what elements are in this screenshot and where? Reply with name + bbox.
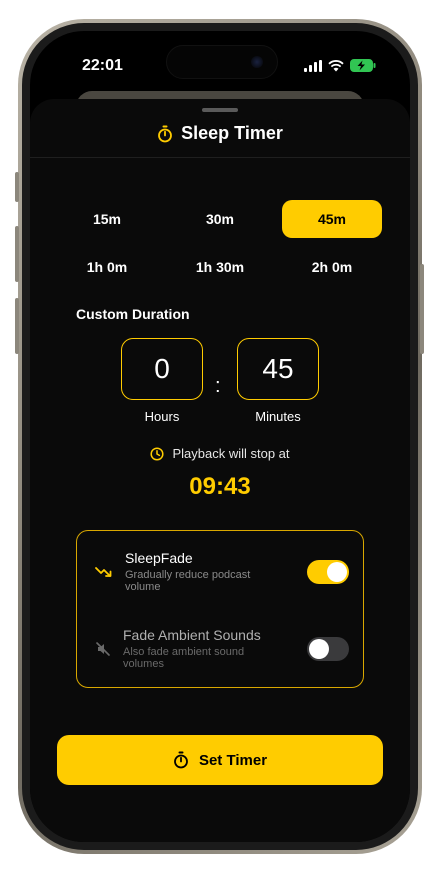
screen: 22:01 Sleep Timer 15m 30m 45m 1h 0m 1h 3… [30,31,410,842]
sleepfade-toggle[interactable] [307,560,349,584]
stop-info-text: Playback will stop at [172,446,290,461]
ambient-fade-subtitle: Also fade ambient sound volumes [123,646,245,670]
ambient-fade-toggle[interactable] [307,637,349,661]
preset-1h30m-button[interactable]: 1h 30m [170,248,270,286]
ambient-fade-title: Fade Ambient Sounds [123,627,261,643]
status-time: 22:01 [82,57,123,74]
signal-icon [304,59,322,72]
battery-charging-icon [350,59,376,72]
clock-icon [150,446,165,461]
dynamic-island [166,45,278,79]
power-button [420,264,424,354]
preset-1h-button[interactable]: 1h 0m [57,248,157,286]
status-bar: 22:01 [30,45,410,79]
minutes-field[interactable]: 45 [237,338,319,400]
preset-2h-button[interactable]: 2h 0m [282,248,382,286]
stopwatch-icon [174,751,188,769]
custom-duration-label: Custom Duration [76,306,190,322]
speaker-muted-icon [96,642,110,656]
fade-options-card: SleepFade Gradually reduce podcast volum… [76,530,364,688]
action-button [15,172,19,202]
sheet-header: Sleep Timer [30,123,410,144]
sleep-timer-sheet: Sleep Timer 15m 30m 45m 1h 0m 1h 30m 2h … [30,99,410,842]
preset-15m-button[interactable]: 15m [57,200,157,238]
wifi-icon [328,59,344,71]
preset-45m-button[interactable]: 45m [282,200,382,238]
hours-field[interactable]: 0 [121,338,203,400]
stop-info-row: Playback will stop at [30,446,410,461]
preset-30m-button[interactable]: 30m [170,200,270,238]
time-separator: : [215,375,221,397]
sheet-title: Sleep Timer [181,123,283,143]
sleepfade-subtitle: Gradually reduce podcast volume [125,569,251,593]
volume-down-button [15,298,19,354]
toggle-knob [327,562,347,582]
header-divider [30,157,410,158]
sheet-grabber[interactable] [202,108,238,112]
trend-down-icon [95,567,112,577]
camera-icon [251,56,263,68]
toggle-knob [309,639,329,659]
minutes-label: Minutes [255,409,301,424]
status-icons [304,59,376,72]
hours-label: Hours [144,409,180,424]
set-timer-label: Set Timer [198,751,268,769]
sleepfade-title: SleepFade [125,550,193,566]
stopwatch-icon [158,125,173,142]
set-timer-button[interactable]: Set Timer [57,735,383,785]
stop-time: 09:43 [189,473,251,500]
volume-up-button [15,226,19,282]
